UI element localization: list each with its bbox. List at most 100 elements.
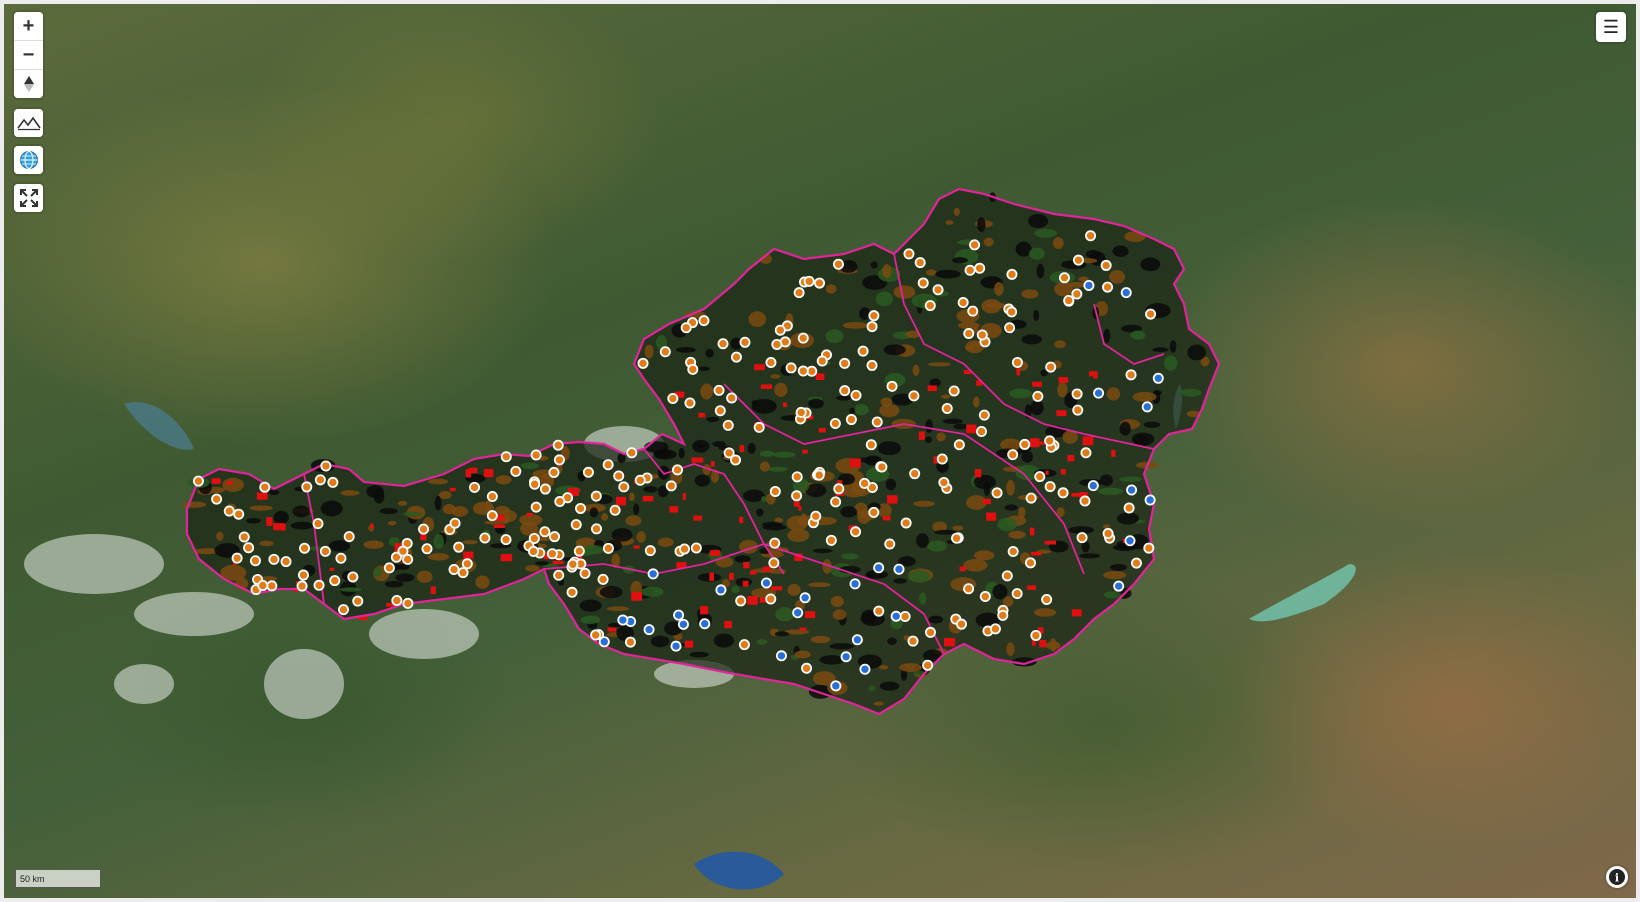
- station-marker-orange[interactable]: [591, 523, 603, 535]
- station-marker-orange[interactable]: [667, 393, 679, 405]
- station-marker-orange[interactable]: [582, 466, 594, 478]
- station-marker-orange[interactable]: [546, 548, 558, 560]
- station-marker-orange[interactable]: [301, 481, 313, 493]
- station-marker-orange[interactable]: [914, 257, 926, 269]
- station-marker-orange[interactable]: [320, 460, 332, 472]
- layer-menu-button[interactable]: ☰: [1596, 12, 1626, 42]
- station-marker-orange[interactable]: [233, 508, 245, 520]
- station-marker-orange[interactable]: [941, 402, 953, 414]
- station-marker-orange[interactable]: [839, 357, 851, 369]
- station-marker-orange[interactable]: [857, 345, 869, 357]
- station-marker-orange[interactable]: [1102, 527, 1114, 539]
- station-marker-orange[interactable]: [886, 380, 898, 392]
- station-marker-orange[interactable]: [448, 564, 460, 576]
- station-marker-orange[interactable]: [967, 305, 979, 317]
- station-marker-orange[interactable]: [833, 483, 845, 495]
- station-marker-orange[interactable]: [726, 392, 738, 404]
- station-marker-orange[interactable]: [816, 355, 828, 367]
- station-marker-orange[interactable]: [211, 493, 223, 505]
- station-marker-orange[interactable]: [963, 328, 975, 340]
- station-marker-orange[interactable]: [932, 284, 944, 296]
- station-marker-orange[interactable]: [1032, 390, 1044, 402]
- station-marker-orange[interactable]: [871, 416, 883, 428]
- station-marker-orange[interactable]: [873, 605, 885, 617]
- station-marker-orange[interactable]: [730, 351, 742, 363]
- station-marker-orange[interactable]: [974, 262, 986, 274]
- station-marker-blue[interactable]: [1113, 580, 1125, 592]
- station-marker-orange[interactable]: [899, 610, 911, 622]
- station-marker-orange[interactable]: [1071, 388, 1083, 400]
- station-marker-orange[interactable]: [418, 523, 430, 535]
- station-marker-orange[interactable]: [280, 556, 292, 568]
- station-marker-orange[interactable]: [738, 639, 750, 651]
- station-marker-orange[interactable]: [1006, 306, 1018, 318]
- station-marker-orange[interactable]: [936, 453, 948, 465]
- station-marker-orange[interactable]: [383, 562, 395, 574]
- station-marker-orange[interactable]: [797, 365, 809, 377]
- station-marker-orange[interactable]: [1006, 268, 1018, 280]
- station-marker-orange[interactable]: [865, 439, 877, 451]
- station-marker-orange[interactable]: [680, 322, 692, 334]
- station-marker-orange[interactable]: [243, 542, 255, 554]
- station-marker-orange[interactable]: [753, 421, 765, 433]
- station-marker-blue[interactable]: [677, 618, 689, 630]
- station-marker-orange[interactable]: [486, 491, 498, 503]
- station-marker-orange[interactable]: [259, 481, 271, 493]
- station-marker-orange[interactable]: [313, 579, 325, 591]
- station-marker-orange[interactable]: [312, 518, 324, 530]
- station-marker-blue[interactable]: [598, 636, 610, 648]
- station-marker-orange[interactable]: [192, 475, 204, 487]
- station-marker-orange[interactable]: [1063, 294, 1075, 306]
- station-marker-blue[interactable]: [1141, 401, 1153, 413]
- station-marker-orange[interactable]: [665, 480, 677, 492]
- station-marker-orange[interactable]: [528, 545, 540, 557]
- station-marker-blue[interactable]: [890, 610, 902, 622]
- station-marker-orange[interactable]: [907, 635, 919, 647]
- station-marker-orange[interactable]: [1019, 438, 1031, 450]
- station-marker-orange[interactable]: [343, 531, 355, 543]
- station-marker-orange[interactable]: [486, 510, 498, 522]
- station-marker-orange[interactable]: [850, 389, 862, 401]
- station-marker-orange[interactable]: [249, 555, 261, 567]
- station-marker-orange[interactable]: [421, 543, 433, 555]
- station-marker-orange[interactable]: [1143, 542, 1155, 554]
- station-marker-orange[interactable]: [814, 277, 826, 289]
- station-marker-orange[interactable]: [449, 517, 461, 529]
- station-marker-orange[interactable]: [825, 534, 837, 546]
- station-marker-orange[interactable]: [713, 384, 725, 396]
- info-button[interactable]: i: [1606, 866, 1628, 888]
- station-marker-orange[interactable]: [637, 357, 649, 369]
- station-marker-orange[interactable]: [866, 321, 878, 333]
- station-marker-orange[interactable]: [963, 583, 975, 595]
- station-marker-blue[interactable]: [1083, 279, 1095, 291]
- station-marker-orange[interactable]: [510, 465, 522, 477]
- station-marker-orange[interactable]: [1004, 322, 1016, 334]
- globe-button[interactable]: [14, 146, 43, 174]
- station-marker-orange[interactable]: [1079, 495, 1091, 507]
- station-marker-orange[interactable]: [552, 439, 564, 451]
- station-marker-orange[interactable]: [1102, 281, 1114, 293]
- station-marker-orange[interactable]: [690, 542, 702, 554]
- station-marker-orange[interactable]: [500, 451, 512, 463]
- station-marker-orange[interactable]: [1024, 557, 1036, 569]
- station-marker-orange[interactable]: [997, 609, 1009, 621]
- station-marker-orange[interactable]: [1085, 230, 1097, 242]
- station-marker-blue[interactable]: [893, 563, 905, 575]
- terrain-button[interactable]: [14, 109, 43, 137]
- station-marker-orange[interactable]: [618, 481, 630, 493]
- station-marker-orange[interactable]: [347, 571, 359, 583]
- station-marker-orange[interactable]: [1130, 557, 1142, 569]
- station-marker-blue[interactable]: [1124, 535, 1136, 547]
- station-marker-orange[interactable]: [769, 485, 781, 497]
- station-marker-orange[interactable]: [679, 543, 691, 555]
- station-marker-orange[interactable]: [922, 659, 934, 671]
- station-marker-blue[interactable]: [1120, 287, 1132, 299]
- station-marker-orange[interactable]: [609, 504, 621, 516]
- station-marker-blue[interactable]: [1093, 387, 1105, 399]
- station-marker-orange[interactable]: [1045, 361, 1057, 373]
- station-marker-orange[interactable]: [530, 449, 542, 461]
- station-marker-orange[interactable]: [956, 618, 968, 630]
- station-marker-orange[interactable]: [953, 439, 965, 451]
- station-marker-orange[interactable]: [566, 586, 578, 598]
- station-marker-orange[interactable]: [969, 239, 981, 251]
